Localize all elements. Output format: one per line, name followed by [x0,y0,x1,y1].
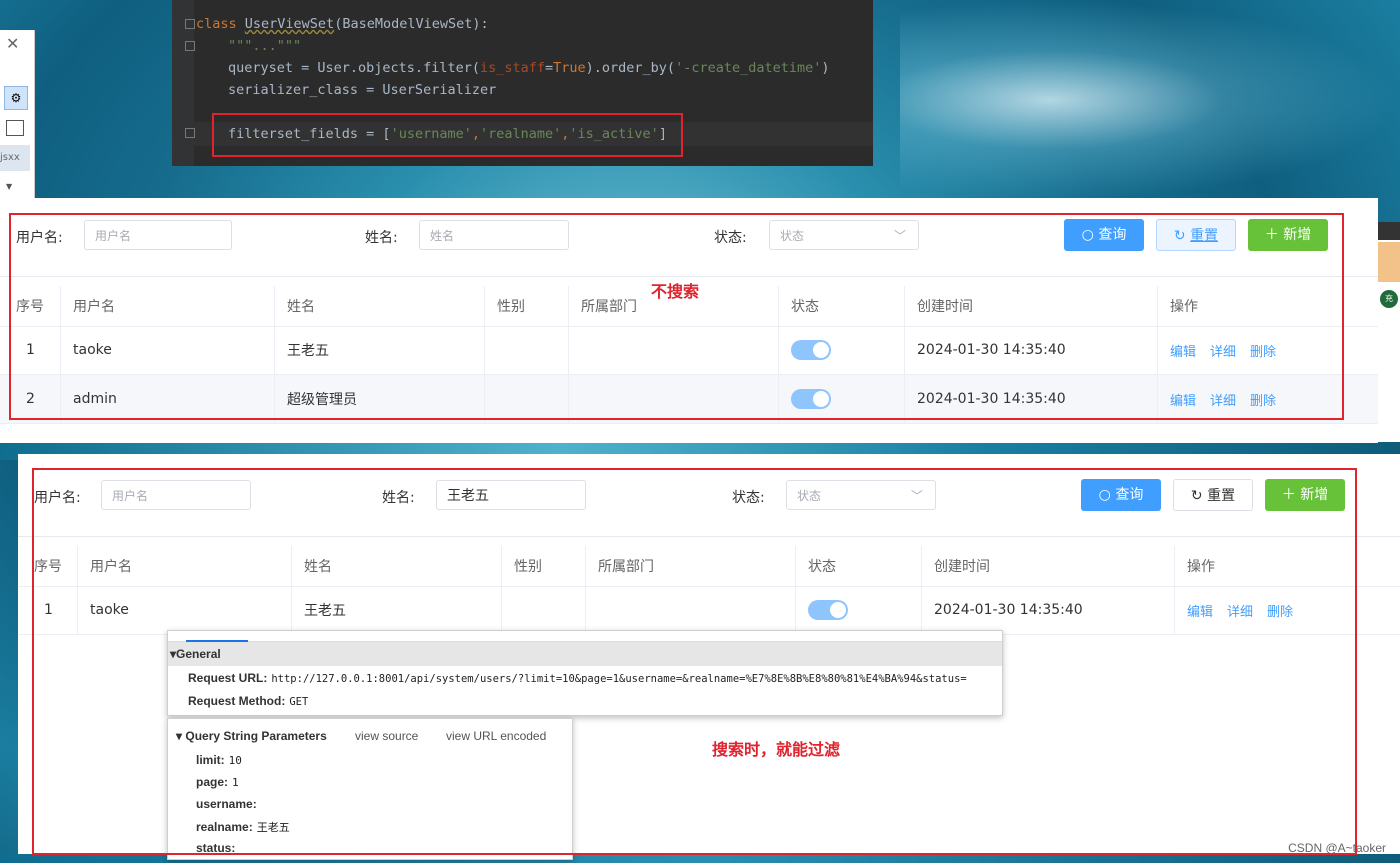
badge-icon: 充 [1380,290,1398,308]
code-line-1: class UserViewSet(BaseModelViewSet): [196,16,489,32]
code-text: serializer_class = UserSerializer [228,82,497,98]
window-icon[interactable] [6,120,24,136]
fold-icon[interactable] [185,41,195,51]
annotation-box-filtered [32,468,1357,855]
tool-icon[interactable]: ⚙ [4,86,28,110]
fold-icon[interactable] [185,128,195,138]
docstring: """...""" [228,38,302,54]
code-line-2: """...""" [228,38,301,54]
background-window-fragment: 充 [1378,222,1400,442]
annotation-box-unfiltered [9,213,1344,420]
file-tab[interactable]: jsxx [0,145,30,171]
string: '-create_datetime' [675,60,822,76]
code-editor[interactable]: class UserViewSet(BaseModelViewSet): """… [172,0,873,166]
highlight-box [212,113,683,157]
keyword: class [196,16,237,32]
param-name: is_staff [479,60,545,76]
code-text: ).order_by( [585,60,676,76]
code-text: = [545,60,554,76]
fold-icon[interactable] [185,19,195,29]
keyword: True [553,60,586,76]
class-name: UserViewSet [244,16,335,32]
annotation-filtered: 搜索时，就能过滤 [712,740,841,759]
chevron-down-icon[interactable]: ▼ [6,182,12,191]
annotation-no-search: 不搜索 [651,282,700,301]
code-line-4: serializer_class = UserSerializer [228,82,496,98]
banner-fragment [1378,242,1400,282]
code-text: (BaseModelViewSet): [334,16,489,32]
window-titlebar [1378,222,1400,240]
code-text: queryset = User.objects.filter( [228,60,480,76]
code-line-3: queryset = User.objects.filter(is_staff=… [228,60,830,76]
code-text: ) [821,60,830,76]
background-ocean-highlight [900,0,1400,200]
ide-side-panel: ✕ ⚙ jsxx ▼ [0,30,35,200]
close-icon[interactable]: ✕ [6,34,19,53]
watermark: CSDN @A~taoker [1288,841,1386,855]
